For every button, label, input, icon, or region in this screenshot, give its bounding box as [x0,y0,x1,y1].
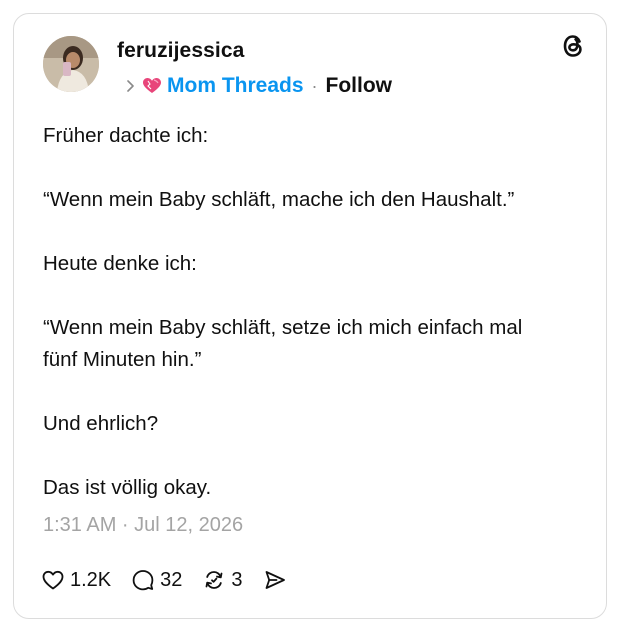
like-count: 1.2K [70,568,112,591]
post-card: feruzijessica Mom Threads · Follow Frühe… [13,13,607,619]
post-paragraph: Und ehrlich? [43,412,159,435]
like-button[interactable]: 1.2K [41,568,111,592]
repost-button[interactable]: 3 [202,568,243,592]
separator-dot: · [311,75,318,96]
action-bar: 1.2K 32 3 [41,565,307,595]
avatar[interactable] [43,36,99,92]
chevron-right-icon [127,80,134,92]
post-paragraph: “Wenn mein Baby schläft, setze ich mich … [43,316,523,371]
post-paragraph: “Wenn mein Baby schläft, mache ich den H… [43,188,515,211]
post-timestamp: 1:31 AM · Jul 12, 2026 [43,514,244,536]
share-button[interactable] [263,568,287,592]
reply-button[interactable]: 32 [131,568,182,592]
heart-emoji-icon [143,78,161,93]
community-line: Mom Threads · Follow [124,72,392,100]
post-paragraph: Das ist völlig okay. [43,476,212,499]
send-icon [265,571,285,589]
heart-icon [42,570,64,590]
follow-button[interactable]: Follow [326,74,393,98]
comment-icon [132,570,154,591]
repost-count: 3 [231,568,243,591]
community-link[interactable]: Mom Threads [167,74,304,98]
post-paragraph: Früher dachte ich: [43,124,209,147]
reply-count: 32 [160,568,183,591]
repost-icon [206,571,223,589]
post-body: Früher dachte ich: “Wenn mein Baby schlä… [43,120,583,504]
username[interactable]: feruzijessica [117,39,244,63]
threads-logo-icon[interactable] [559,32,587,60]
post-paragraph: Heute denke ich: [43,252,197,275]
